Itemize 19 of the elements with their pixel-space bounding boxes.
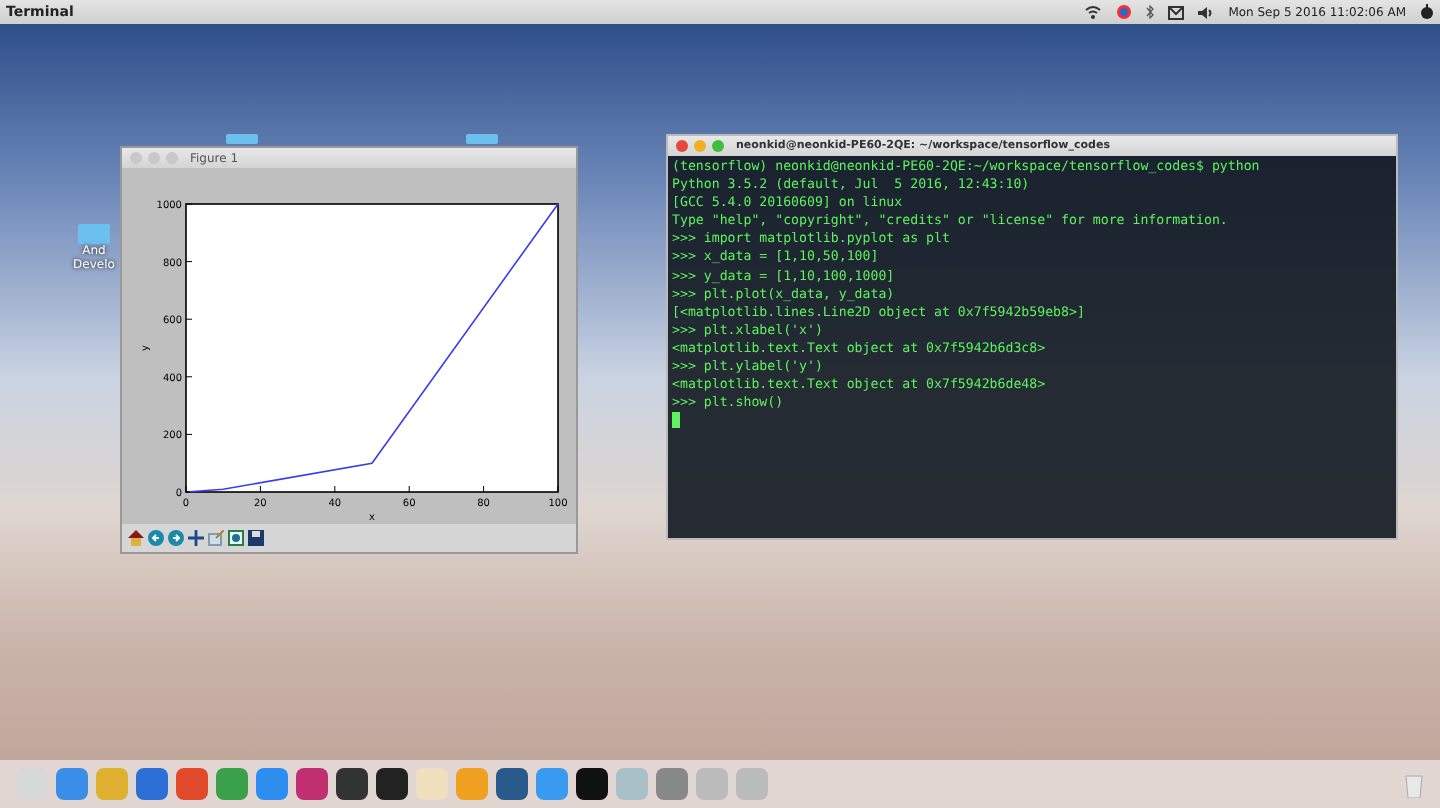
configure-icon[interactable] (228, 530, 244, 546)
wifi-icon[interactable] (1084, 4, 1103, 20)
back-arrow-icon[interactable] (148, 530, 164, 546)
home-icon[interactable] (128, 530, 144, 546)
app-icon[interactable] (376, 768, 408, 800)
trash-icon[interactable] (1404, 771, 1424, 797)
mail-icon[interactable] (1168, 5, 1185, 19)
save-icon[interactable] (248, 530, 264, 546)
text-cursor (672, 412, 680, 429)
move-icon[interactable] (188, 530, 204, 546)
close-icon[interactable] (676, 140, 688, 152)
app-icon[interactable] (336, 768, 368, 800)
minimize-icon[interactable] (694, 140, 706, 152)
maximize-icon[interactable] (712, 140, 724, 152)
power-icon[interactable] (1420, 4, 1434, 20)
app-icon[interactable] (576, 768, 608, 800)
volume-icon[interactable] (1198, 5, 1215, 19)
forward-arrow-icon[interactable] (168, 530, 184, 546)
bluetooth-icon[interactable] (1146, 4, 1155, 20)
